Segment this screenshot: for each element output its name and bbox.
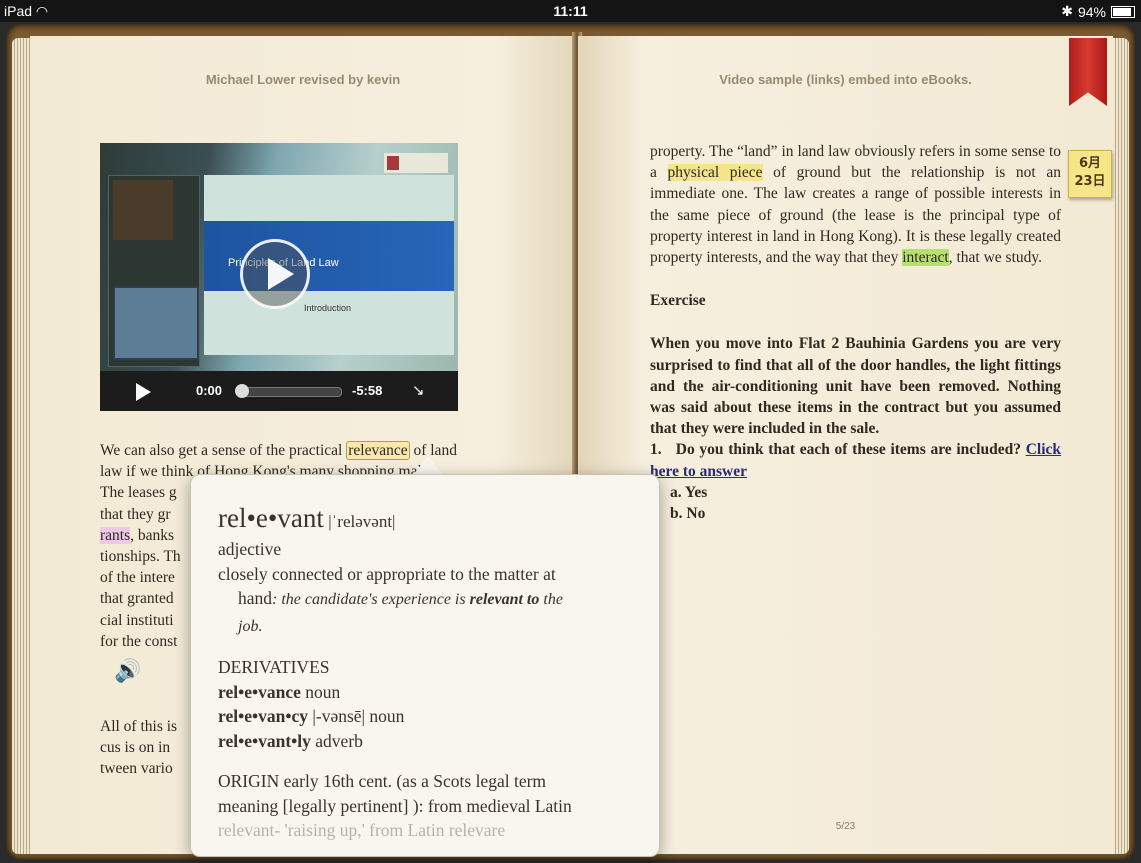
option-b[interactable]: b. No <box>670 503 1061 524</box>
derivatives-heading: DERIVATIVES <box>218 657 330 677</box>
dictionary-origin: ORIGIN early 16th cent. (as a Scots lega… <box>218 771 547 791</box>
sticky-note[interactable]: 6月 23日 <box>1068 150 1112 198</box>
video-slide-subtitle: Introduction <box>304 303 352 313</box>
video-controls: 0:00 -5:58 ↘ <box>100 371 458 411</box>
battery-percent: 94% <box>1077 3 1106 20</box>
question-number: 1. <box>650 441 662 459</box>
battery-icon <box>1111 5 1135 18</box>
left-running-head: Michael Lower revised by kevin <box>205 72 401 87</box>
sticky-note-line-1: 6月 <box>1078 156 1102 171</box>
question-text: Do you think that each of these items ar… <box>675 441 1021 459</box>
dictionary-origin-2: meaning [legally pertinent] ): from medi… <box>218 795 572 816</box>
page-stack-left <box>12 38 32 854</box>
status-right: ✱ 94% <box>1061 3 1135 20</box>
dictionary-popover[interactable]: rel•e•vant |ˈreləvənt| adjective closely… <box>190 474 660 857</box>
speaker-icon[interactable]: 🔊 <box>114 658 141 684</box>
highlight-green[interactable]: interact <box>902 249 949 267</box>
text-run: , banks <box>130 526 175 544</box>
selected-word[interactable]: relevance <box>346 441 410 460</box>
video-remaining: -5:58 <box>352 383 383 398</box>
derivative-pos: noun <box>305 681 341 702</box>
exercise-heading: Exercise <box>650 292 706 310</box>
highlight-yellow[interactable]: physical piece <box>667 164 763 182</box>
clock: 11:11 <box>553 3 588 19</box>
text-run: for the const <box>100 632 178 650</box>
derivative-pron: |-vənsē| <box>312 706 366 726</box>
play-icon[interactable] <box>136 383 151 401</box>
status-bar: iPad ◠ 11:11 ✱ 94% <box>0 0 1141 22</box>
dictionary-headword-line: rel•e•vant |ˈreləvənt| <box>218 501 635 535</box>
example-text: : the candidate's experience is <box>272 591 470 608</box>
dictionary-example: hand: the candidate's experience is rele… <box>218 586 635 639</box>
exercise-text: When you move into Flat 2 Bauhinia Garde… <box>650 335 1061 438</box>
text-run: cial instituti <box>100 611 174 629</box>
university-logo <box>384 153 448 173</box>
video-scrubber[interactable] <box>235 384 342 398</box>
text-run: that they gr <box>100 505 171 523</box>
dictionary-headword: rel•e•vant <box>218 503 324 533</box>
text-run: that granted <box>100 590 174 608</box>
right-text-block: property. The “land” in land law obvious… <box>650 141 1061 524</box>
derivative-item: rel•e•vance noun <box>218 680 635 705</box>
exercise-question: 1. Do you think that each of these items… <box>650 439 1061 481</box>
derivative-pos: noun <box>369 706 405 726</box>
derivative-word: rel•e•vant•ly <box>218 730 311 751</box>
video-side-panel <box>108 175 200 367</box>
text-run: , that we study. <box>948 249 1042 267</box>
video-elapsed: 0:00 <box>196 383 223 398</box>
dictionary-definition: closely connected or appropriate to the … <box>218 563 556 584</box>
dictionary-content: rel•e•vant |ˈreləvənt| adjective closely… <box>218 501 635 843</box>
derivative-item: rel•e•van•cy |-vənsē| noun <box>218 704 635 729</box>
popover-arrow <box>413 456 443 475</box>
text-run: The leases g <box>100 484 177 502</box>
text-run: tionships. Th <box>100 548 181 566</box>
derivative-word: rel•e•van•cy <box>218 706 308 726</box>
video-player[interactable]: Principles of Land Law Introduction 0:00… <box>100 143 458 411</box>
example-text: the <box>539 591 563 608</box>
example-emphasis: relevant to <box>469 591 540 608</box>
video-frame: Principles of Land Law Introduction <box>100 143 458 371</box>
fullscreen-icon[interactable]: ↘ <box>412 381 425 399</box>
derivative-item: rel•e•vant•ly adverb <box>218 729 635 754</box>
text-run: of the intere <box>100 569 175 587</box>
scrubber-knob[interactable] <box>235 384 249 398</box>
option-a[interactable]: a. Yes <box>670 482 1061 503</box>
right-paragraph-1: property. The “land” in land law obvious… <box>650 141 1061 268</box>
derivative-pos: adverb <box>315 730 363 751</box>
play-overlay-button[interactable] <box>240 239 310 309</box>
text-run: cus is on in <box>100 739 171 757</box>
dictionary-origin-3: relevant- 'raising up,' from Latin relev… <box>218 820 506 840</box>
definition-continued: hand <box>238 588 273 608</box>
bluetooth-icon: ✱ <box>1061 3 1073 19</box>
dictionary-part-of-speech: adjective <box>218 539 282 559</box>
text-run: tween vario <box>100 760 173 778</box>
highlight-pink[interactable]: rants <box>100 526 131 544</box>
text-run: We can also get a sense of the practical <box>100 442 347 459</box>
example-text-end: job. <box>238 617 263 635</box>
sticky-note-line-2: 23日 <box>1074 174 1106 189</box>
right-running-head: Video sample (links) embed into eBooks. <box>719 72 972 87</box>
derivative-word: rel•e•vance <box>218 681 301 702</box>
text-run: All of this is <box>100 718 178 735</box>
dictionary-pronunciation: |ˈreləvənt| <box>328 512 396 531</box>
